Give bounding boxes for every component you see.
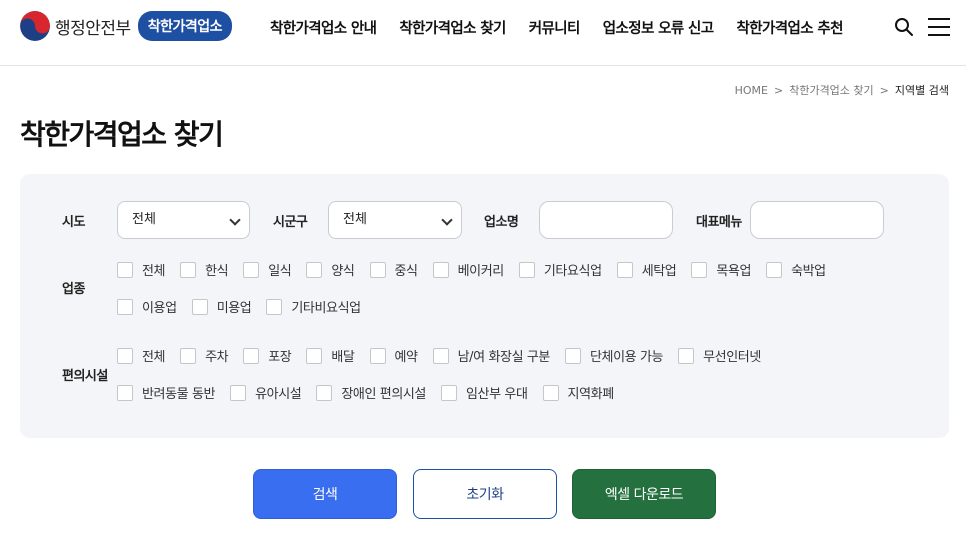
breadcrumb-separator: > [773, 83, 784, 97]
industry-checkbox-korean[interactable]: 한식 [180, 260, 229, 279]
checkbox-icon [432, 261, 449, 278]
industry-checkbox-chinese[interactable]: 중식 [369, 260, 418, 279]
facility-checkbox-local-currency[interactable]: 지역화폐 [542, 383, 614, 402]
breadcrumb-separator: > [879, 83, 889, 97]
breadcrumb-section[interactable]: 착한가격업소 찾기 [789, 82, 873, 98]
industry-checkbox-bathhouse[interactable]: 목욕업 [691, 260, 751, 279]
industry-checkbox-row-1: 전체 한식 일식 양식 중식 베이커리 기타요식업 세탁업 목욕업 숙박업 [117, 260, 826, 279]
sigungu-select[interactable]: 전체 [328, 201, 462, 239]
reset-button[interactable]: 초기화 [413, 469, 557, 519]
industry-label: 업종 [62, 282, 85, 297]
hamburger-menu-icon[interactable] [928, 18, 950, 36]
sido-label: 시도 [62, 215, 85, 230]
facility-checkbox-reservation[interactable]: 예약 [369, 346, 418, 365]
nav-item-find[interactable]: 착한가격업소 찾기 [399, 17, 506, 38]
checkbox-icon [117, 261, 133, 278]
checkbox-icon [230, 384, 247, 401]
nav-item-report-error[interactable]: 업소정보 오류 신고 [603, 17, 714, 38]
industry-checkbox-japanese[interactable]: 일식 [243, 260, 292, 279]
facility-checkbox-delivery[interactable]: 배달 [306, 346, 355, 365]
facility-checkbox-accessibility[interactable]: 장애인 편의시설 [316, 383, 426, 402]
checkbox-icon [243, 347, 260, 364]
checkbox-icon [117, 384, 133, 401]
facility-checkbox-kids[interactable]: 유아시설 [230, 383, 302, 402]
chevron-down-icon [441, 214, 453, 226]
main-nav: 착한가격업소 안내 착한가격업소 찾기 커뮤니티 업소정보 오류 신고 착한가격… [270, 17, 866, 38]
sido-select[interactable]: 전체 [117, 201, 250, 239]
search-button[interactable]: 검색 [253, 469, 397, 519]
checkbox-icon [518, 261, 535, 278]
facilities-label: 편의시설 [62, 369, 108, 384]
sigungu-label: 시군구 [273, 215, 308, 230]
checkbox-icon [691, 261, 708, 278]
industry-checkbox-beauty[interactable]: 미용업 [191, 297, 252, 316]
checkbox-icon [306, 261, 323, 278]
checkbox-icon [266, 298, 283, 315]
industry-checkbox-lodging[interactable]: 숙박업 [766, 260, 826, 279]
nav-item-community[interactable]: 커뮤니티 [529, 17, 581, 38]
business-name-label: 업소명 [484, 215, 519, 230]
checkbox-icon [117, 347, 133, 364]
industry-checkbox-bakery[interactable]: 베이커리 [432, 260, 504, 279]
checkbox-icon [180, 347, 197, 364]
checkbox-icon [191, 298, 208, 315]
sigungu-select-value: 전체 [343, 212, 367, 227]
nav-item-guide[interactable]: 착한가격업소 안내 [270, 17, 377, 38]
facility-checkbox-wifi[interactable]: 무선인터넷 [678, 346, 761, 365]
checkbox-icon [180, 261, 197, 278]
facility-checkbox-pets[interactable]: 반려동물 동반 [117, 383, 215, 402]
nav-item-recommend[interactable]: 착한가격업소 추천 [737, 17, 844, 38]
checkbox-icon [766, 261, 783, 278]
checkbox-icon [441, 384, 457, 401]
checkbox-icon [542, 384, 559, 401]
breadcrumb-home[interactable]: HOME [735, 84, 768, 97]
search-icon[interactable] [894, 17, 914, 37]
industry-checkbox-other-food[interactable]: 기타요식업 [518, 260, 602, 279]
checkbox-icon [616, 261, 633, 278]
facilities-checkbox-row-1: 전체 주차 포장 배달 예약 남/여 화장실 구분 단체이용 가능 무선인터넷 [117, 346, 761, 365]
breadcrumb-current: 지역별 검색 [894, 84, 949, 97]
checkbox-icon [316, 384, 333, 401]
checkbox-icon [243, 261, 260, 278]
ministry-name: 행정안전부 [55, 18, 131, 39]
checkbox-icon [678, 347, 695, 364]
chevron-down-icon [229, 214, 241, 226]
industry-checkbox-western[interactable]: 양식 [306, 260, 355, 279]
checkbox-icon [117, 298, 133, 315]
page-title: 착한가격업소 찾기 [20, 118, 224, 151]
facility-checkbox-group[interactable]: 단체이용 가능 [565, 346, 663, 365]
facility-checkbox-separate-restroom[interactable]: 남/여 화장실 구분 [432, 346, 550, 365]
facility-checkbox-takeout[interactable]: 포장 [243, 346, 292, 365]
brand-badge: 착한가격업소 [137, 11, 232, 41]
industry-checkbox-barber[interactable]: 이용업 [117, 297, 177, 316]
checkbox-icon [565, 347, 581, 364]
government-emblem-icon [20, 11, 50, 41]
facility-checkbox-pregnant[interactable]: 임산부 우대 [441, 383, 528, 402]
industry-checkbox-all[interactable]: 전체 [117, 260, 166, 279]
site-logo[interactable]: 행정안전부 착한가격업소 [20, 11, 232, 41]
checkbox-icon [369, 347, 386, 364]
facility-checkbox-all[interactable]: 전체 [117, 346, 166, 365]
checkbox-icon [306, 347, 323, 364]
sido-select-value: 전체 [132, 212, 156, 227]
checkbox-icon [432, 347, 449, 364]
main-menu-label: 대표메뉴 [696, 215, 742, 230]
search-filter-panel: 시도 전체 시군구 전체 업소명 대표메뉴 업종 전체 한식 일식 양식 중식 … [20, 174, 949, 438]
industry-checkbox-other-nonfood[interactable]: 기타비요식업 [266, 297, 361, 316]
industry-checkbox-row-2: 이용업 미용업 기타비요식업 [117, 297, 361, 316]
facilities-checkbox-row-2: 반려동물 동반 유아시설 장애인 편의시설 임산부 우대 지역화폐 [117, 383, 614, 402]
facility-checkbox-parking[interactable]: 주차 [180, 346, 229, 365]
industry-checkbox-laundry[interactable]: 세탁업 [616, 260, 677, 279]
breadcrumb: HOME > 착한가격업소 찾기 > 지역별 검색 [735, 82, 949, 98]
site-header: 행정안전부 착한가격업소 착한가격업소 안내 착한가격업소 찾기 커뮤니티 업소… [0, 0, 966, 66]
excel-download-button[interactable]: 엑셀 다운로드 [572, 469, 716, 519]
business-name-input[interactable] [539, 201, 673, 239]
checkbox-icon [369, 261, 386, 278]
main-menu-input[interactable] [750, 201, 884, 239]
